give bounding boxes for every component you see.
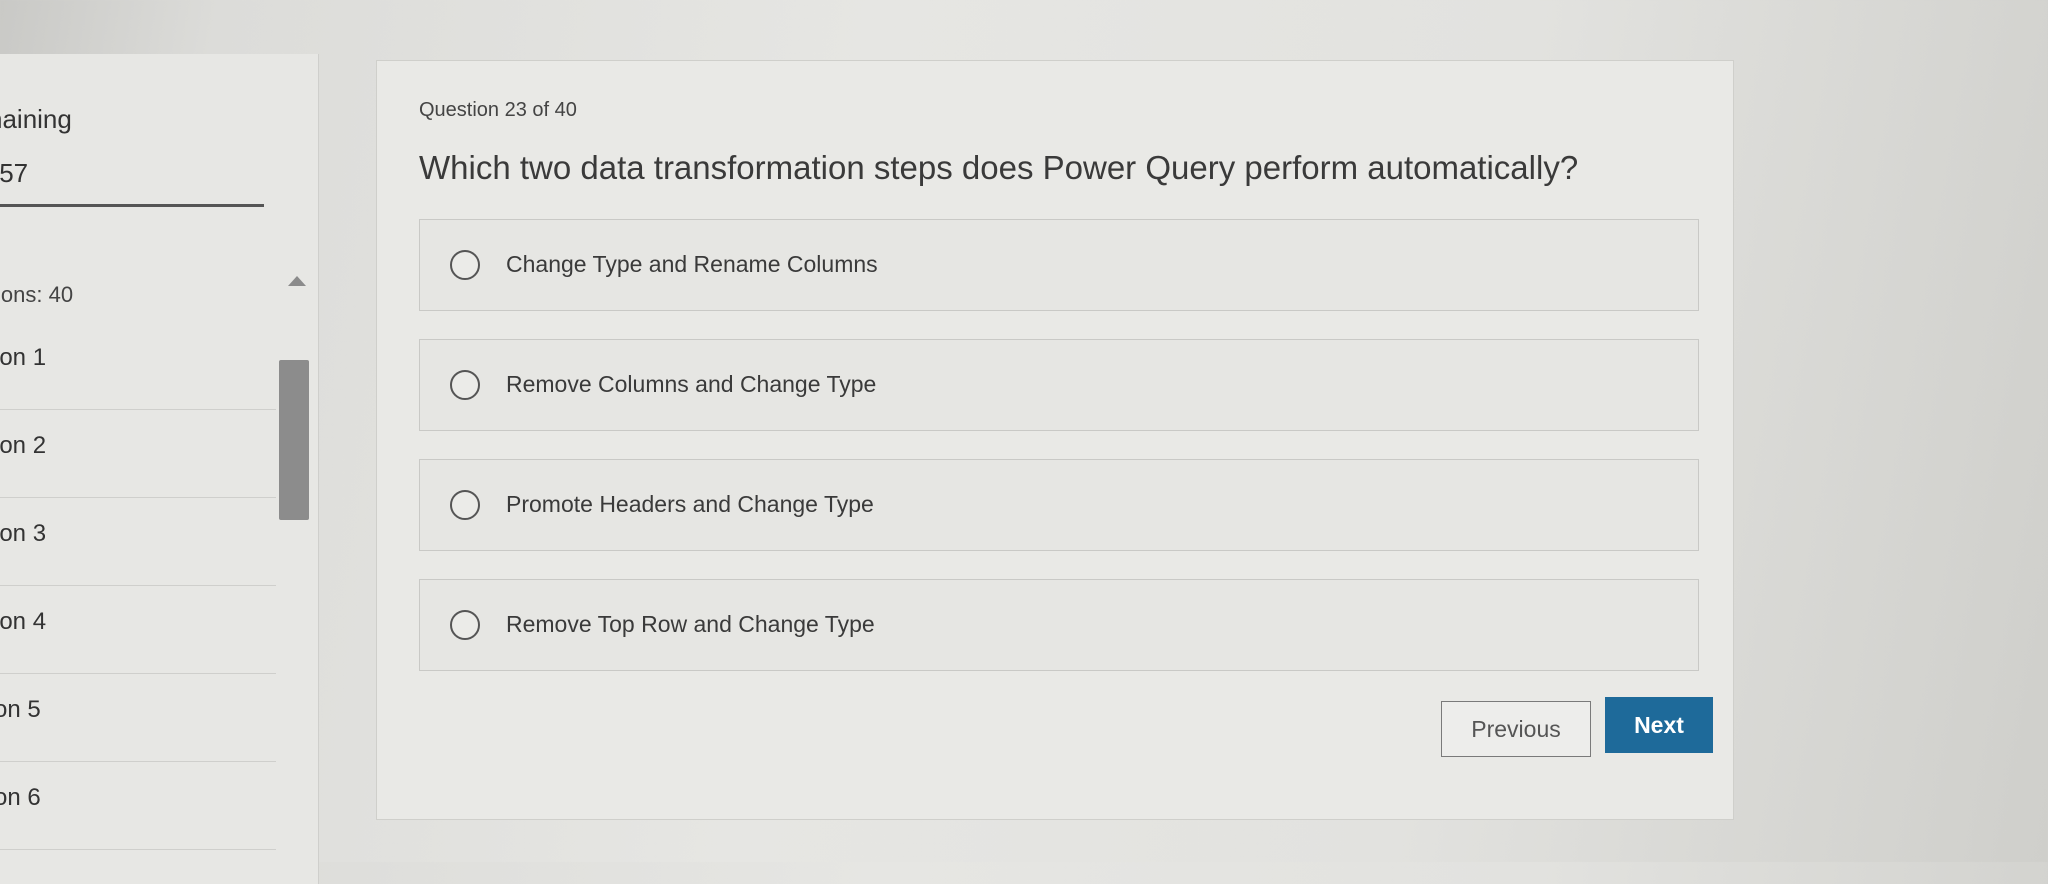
radio-button-icon[interactable] [450,250,480,280]
question-number: Question 23 of 40 [419,99,577,121]
sidebar-item-label: ion 1 [0,344,47,371]
question-list: ion 1 ion 2 ion 3 ion 4 on 5 on 6 [0,322,276,850]
sidebar-item-label: on 6 [0,784,41,811]
answer-option-4[interactable]: Remove Top Row and Change Type [419,579,1699,671]
answer-option-label: Promote Headers and Change Type [506,491,874,517]
scroll-up-arrow-icon[interactable] [288,276,306,286]
question-card: Question 23 of 40 Which two data transfo… [376,60,1734,820]
sidebar-item-question-2[interactable]: ion 2 [0,410,276,498]
radio-button-icon[interactable] [450,490,480,520]
radio-button-icon[interactable] [450,370,480,400]
question-sidebar: naining :57 ions: 40 ion 1 ion 2 ion 3 i… [0,54,319,884]
sidebar-scrollbar-thumb[interactable] [279,360,309,520]
answer-option-1[interactable]: Change Type and Rename Columns [419,219,1699,311]
time-remaining-value: :57 [0,158,29,188]
previous-button[interactable]: Previous [1441,701,1591,757]
sidebar-item-label: ion 3 [0,520,47,547]
sidebar-item-question-5[interactable]: on 5 [0,674,276,762]
sidebar-item-question-1[interactable]: ion 1 [0,322,276,410]
answer-option-label: Remove Top Row and Change Type [506,611,875,637]
sidebar-item-question-6[interactable]: on 6 [0,762,276,850]
answer-option-2[interactable]: Remove Columns and Change Type [419,339,1699,431]
time-remaining-label: naining [0,104,72,134]
radio-button-icon[interactable] [450,610,480,640]
sidebar-item-question-4[interactable]: ion 4 [0,586,276,674]
next-button[interactable]: Next [1605,697,1713,753]
sidebar-divider [0,204,264,207]
question-text: Which two data transformation steps does… [419,149,1579,186]
sidebar-item-label: ion 2 [0,432,47,459]
question-count: ions: 40 [0,282,74,307]
sidebar-item-question-3[interactable]: ion 3 [0,498,276,586]
answer-option-3[interactable]: Promote Headers and Change Type [419,459,1699,551]
answer-option-label: Change Type and Rename Columns [506,251,878,277]
sidebar-item-label: on 5 [0,696,41,723]
answer-option-label: Remove Columns and Change Type [506,371,877,397]
sidebar-item-label: ion 4 [0,608,47,635]
